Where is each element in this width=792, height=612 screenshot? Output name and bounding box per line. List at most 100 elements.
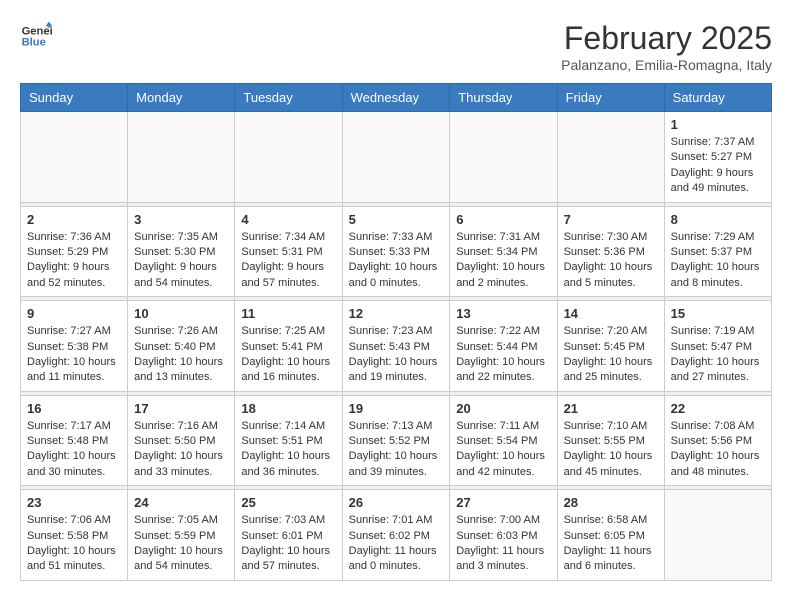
day-info: Sunrise: 6:58 AM Sunset: 6:05 PM Dayligh… (564, 513, 658, 575)
day-info: Sunrise: 7:14 AM Sunset: 5:51 PM Dayligh… (241, 419, 335, 481)
day-info: Sunrise: 7:17 AM Sunset: 5:48 PM Dayligh… (27, 419, 121, 481)
day-number: 13 (456, 306, 550, 321)
day-info: Sunrise: 7:01 AM Sunset: 6:02 PM Dayligh… (349, 513, 444, 575)
day-number: 3 (134, 212, 228, 227)
day-info: Sunrise: 7:29 AM Sunset: 5:37 PM Dayligh… (671, 230, 765, 292)
calendar-week-2: 2 Sunrise: 7:36 AM Sunset: 5:29 PM Daylig… (21, 206, 772, 297)
day-number: 23 (27, 495, 121, 510)
calendar-cell: 7 Sunrise: 7:30 AM Sunset: 5:36 PM Daylig… (557, 206, 664, 297)
calendar-cell: 6Sunrise: 7:31 AM Sunset: 5:34 PM Daylig… (450, 206, 557, 297)
day-number: 15 (671, 306, 765, 321)
day-number: 17 (134, 401, 228, 416)
title-section: February 2025 Palanzano, Emilia-Romagna,… (561, 20, 772, 73)
page-header: General Blue February 2025 Palanzano, Em… (20, 20, 772, 73)
calendar-cell: 19 Sunrise: 7:13 AM Sunset: 5:52 PM Dayli… (342, 395, 450, 486)
weekday-header-wednesday: Wednesday (342, 84, 450, 112)
location: Palanzano, Emilia-Romagna, Italy (561, 57, 772, 73)
day-number: 10 (134, 306, 228, 321)
calendar-header-row: SundayMondayTuesdayWednesdayThursdayFrid… (21, 84, 772, 112)
calendar-cell (450, 112, 557, 203)
calendar-cell: 16Sunrise: 7:17 AM Sunset: 5:48 PM Dayli… (21, 395, 128, 486)
calendar-cell: 2 Sunrise: 7:36 AM Sunset: 5:29 PM Daylig… (21, 206, 128, 297)
calendar-cell: 18 Sunrise: 7:14 AM Sunset: 5:51 PM Dayli… (235, 395, 342, 486)
calendar-cell: 10 Sunrise: 7:26 AM Sunset: 5:40 PM Dayli… (128, 301, 235, 392)
day-number: 5 (349, 212, 444, 227)
calendar-cell: 27 Sunrise: 7:00 AM Sunset: 6:03 PM Dayli… (450, 490, 557, 581)
calendar-cell (128, 112, 235, 203)
day-number: 9 (27, 306, 121, 321)
svg-text:General: General (22, 25, 52, 37)
calendar-cell: 13 Sunrise: 7:22 AM Sunset: 5:44 PM Dayli… (450, 301, 557, 392)
day-info: Sunrise: 7:05 AM Sunset: 5:59 PM Dayligh… (134, 513, 228, 575)
day-number: 19 (349, 401, 444, 416)
day-info: Sunrise: 7:20 AM Sunset: 5:45 PM Dayligh… (564, 324, 658, 386)
day-number: 4 (241, 212, 335, 227)
calendar-cell (235, 112, 342, 203)
day-number: 22 (671, 401, 765, 416)
day-number: 18 (241, 401, 335, 416)
calendar-cell: 14 Sunrise: 7:20 AM Sunset: 5:45 PM Dayli… (557, 301, 664, 392)
calendar-cell: 28 Sunrise: 6:58 AM Sunset: 6:05 PM Dayli… (557, 490, 664, 581)
day-number: 20 (456, 401, 550, 416)
calendar-cell: 21 Sunrise: 7:10 AM Sunset: 5:55 PM Dayli… (557, 395, 664, 486)
day-number: 8 (671, 212, 765, 227)
calendar-cell: 9 Sunrise: 7:27 AM Sunset: 5:38 PM Daylig… (21, 301, 128, 392)
day-info: Sunrise: 7:06 AM Sunset: 5:58 PM Dayligh… (27, 513, 121, 575)
calendar-week-4: 16Sunrise: 7:17 AM Sunset: 5:48 PM Dayli… (21, 395, 772, 486)
logo-icon: General Blue (20, 20, 52, 52)
calendar-week-5: 23 Sunrise: 7:06 AM Sunset: 5:58 PM Dayli… (21, 490, 772, 581)
calendar-cell: 25 Sunrise: 7:03 AM Sunset: 6:01 PM Dayli… (235, 490, 342, 581)
weekday-header-monday: Monday (128, 84, 235, 112)
calendar-cell (342, 112, 450, 203)
calendar-cell: 4 Sunrise: 7:34 AM Sunset: 5:31 PM Daylig… (235, 206, 342, 297)
calendar-cell (557, 112, 664, 203)
day-number: 2 (27, 212, 121, 227)
day-info: Sunrise: 7:36 AM Sunset: 5:29 PM Dayligh… (27, 230, 121, 292)
day-number: 14 (564, 306, 658, 321)
day-info: Sunrise: 7:31 AM Sunset: 5:34 PM Dayligh… (456, 230, 550, 292)
day-number: 26 (349, 495, 444, 510)
calendar-cell: 11 Sunrise: 7:25 AM Sunset: 5:41 PM Dayli… (235, 301, 342, 392)
day-number: 7 (564, 212, 658, 227)
day-number: 27 (456, 495, 550, 510)
day-number: 24 (134, 495, 228, 510)
day-info: Sunrise: 7:25 AM Sunset: 5:41 PM Dayligh… (241, 324, 335, 386)
weekday-header-saturday: Saturday (664, 84, 771, 112)
calendar-week-3: 9 Sunrise: 7:27 AM Sunset: 5:38 PM Daylig… (21, 301, 772, 392)
day-number: 25 (241, 495, 335, 510)
day-info: Sunrise: 7:03 AM Sunset: 6:01 PM Dayligh… (241, 513, 335, 575)
calendar-cell: 5 Sunrise: 7:33 AM Sunset: 5:33 PM Daylig… (342, 206, 450, 297)
day-number: 12 (349, 306, 444, 321)
day-info: Sunrise: 7:34 AM Sunset: 5:31 PM Dayligh… (241, 230, 335, 292)
day-info: Sunrise: 7:26 AM Sunset: 5:40 PM Dayligh… (134, 324, 228, 386)
day-info: Sunrise: 7:37 AM Sunset: 5:27 PM Dayligh… (671, 135, 765, 197)
calendar-cell: 23 Sunrise: 7:06 AM Sunset: 5:58 PM Dayli… (21, 490, 128, 581)
day-info: Sunrise: 7:08 AM Sunset: 5:56 PM Dayligh… (671, 419, 765, 481)
day-number: 11 (241, 306, 335, 321)
day-info: Sunrise: 7:11 AM Sunset: 5:54 PM Dayligh… (456, 419, 550, 481)
day-info: Sunrise: 7:23 AM Sunset: 5:43 PM Dayligh… (349, 324, 444, 386)
logo: General Blue (20, 20, 52, 52)
day-info: Sunrise: 7:33 AM Sunset: 5:33 PM Dayligh… (349, 230, 444, 292)
calendar-cell: 22 Sunrise: 7:08 AM Sunset: 5:56 PM Dayli… (664, 395, 771, 486)
day-info: Sunrise: 7:00 AM Sunset: 6:03 PM Dayligh… (456, 513, 550, 575)
day-info: Sunrise: 7:30 AM Sunset: 5:36 PM Dayligh… (564, 230, 658, 292)
day-number: 1 (671, 117, 765, 132)
day-number: 21 (564, 401, 658, 416)
calendar-week-1: 1 Sunrise: 7:37 AM Sunset: 5:27 PM Daylig… (21, 112, 772, 203)
calendar-cell: 12 Sunrise: 7:23 AM Sunset: 5:43 PM Dayli… (342, 301, 450, 392)
calendar-table: SundayMondayTuesdayWednesdayThursdayFrid… (20, 83, 772, 581)
calendar-cell (664, 490, 771, 581)
day-info: Sunrise: 7:27 AM Sunset: 5:38 PM Dayligh… (27, 324, 121, 386)
day-info: Sunrise: 7:13 AM Sunset: 5:52 PM Dayligh… (349, 419, 444, 481)
day-info: Sunrise: 7:10 AM Sunset: 5:55 PM Dayligh… (564, 419, 658, 481)
calendar-cell (21, 112, 128, 203)
day-info: Sunrise: 7:16 AM Sunset: 5:50 PM Dayligh… (134, 419, 228, 481)
day-number: 28 (564, 495, 658, 510)
calendar-cell: 24 Sunrise: 7:05 AM Sunset: 5:59 PM Dayli… (128, 490, 235, 581)
day-info: Sunrise: 7:22 AM Sunset: 5:44 PM Dayligh… (456, 324, 550, 386)
weekday-header-friday: Friday (557, 84, 664, 112)
calendar-cell: 3 Sunrise: 7:35 AM Sunset: 5:30 PM Daylig… (128, 206, 235, 297)
day-info: Sunrise: 7:35 AM Sunset: 5:30 PM Dayligh… (134, 230, 228, 292)
calendar-cell: 1 Sunrise: 7:37 AM Sunset: 5:27 PM Daylig… (664, 112, 771, 203)
